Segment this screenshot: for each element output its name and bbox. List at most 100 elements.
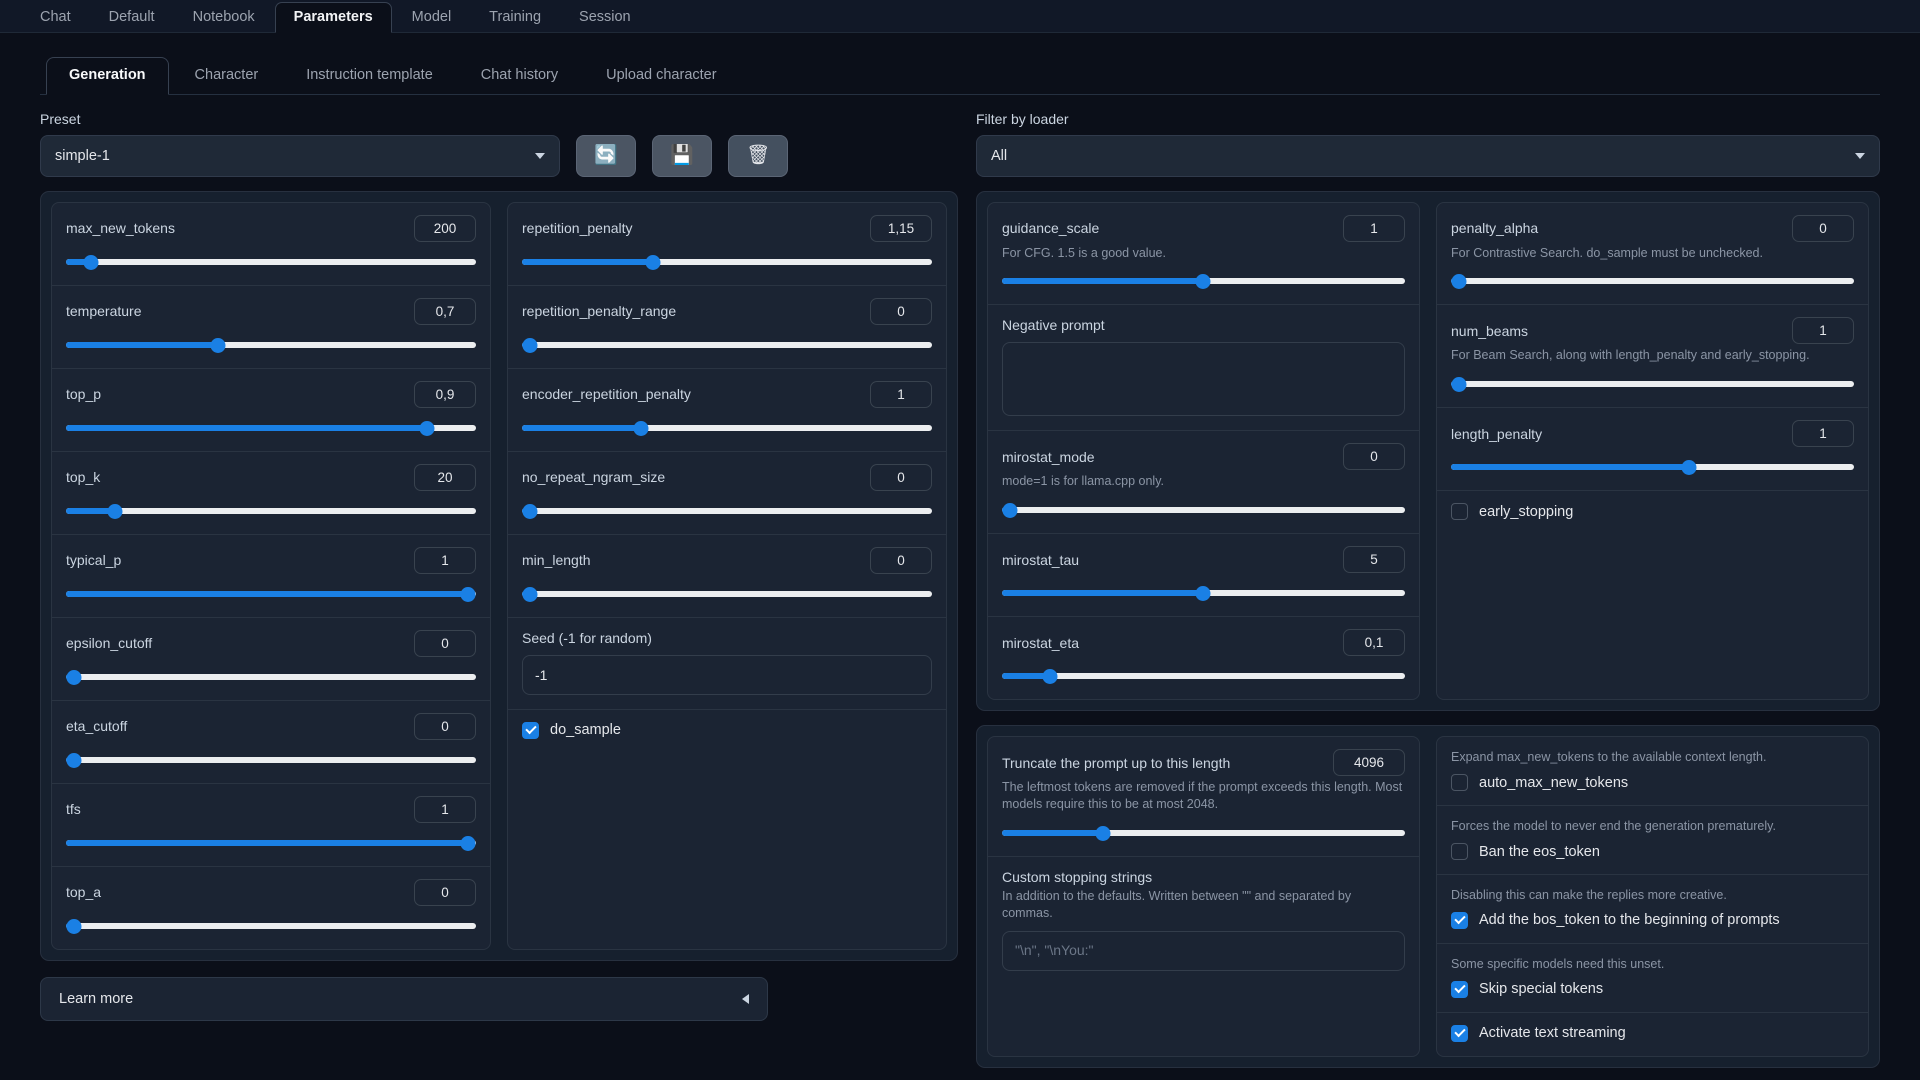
param-slider[interactable] — [1451, 458, 1855, 476]
param-slider[interactable] — [1001, 272, 1405, 290]
sub-tab-upload-character[interactable]: Upload character — [584, 58, 738, 94]
slider-thumb[interactable] — [522, 586, 538, 602]
param-slider[interactable] — [1001, 501, 1405, 519]
refresh-preset-button[interactable]: 🔄 — [576, 134, 636, 177]
param-slider[interactable] — [522, 336, 932, 354]
slider-thumb[interactable] — [1195, 586, 1211, 602]
param-value[interactable]: 0,9 — [414, 380, 476, 408]
slider-thumb[interactable] — [522, 337, 538, 353]
param-slider[interactable] — [66, 585, 476, 603]
toggle-checkbox[interactable] — [1451, 1024, 1468, 1042]
param-slider[interactable] — [1451, 375, 1855, 393]
main-tab-default[interactable]: Default — [91, 3, 173, 33]
param-value[interactable]: 1 — [414, 546, 476, 574]
sub-tab-instruction-template[interactable]: Instruction template — [284, 58, 455, 94]
slider-thumb[interactable] — [66, 752, 82, 768]
main-tab-training[interactable]: Training — [471, 3, 559, 33]
param-slider[interactable] — [522, 419, 932, 437]
param-value[interactable]: 1 — [1792, 317, 1855, 345]
param-slider[interactable] — [66, 502, 476, 520]
slider-track — [522, 590, 932, 597]
param-value[interactable]: 0,7 — [414, 297, 476, 325]
param-value[interactable]: 1 — [414, 795, 476, 823]
preset-select[interactable]: simple-1 — [40, 134, 560, 177]
param-slider[interactable] — [66, 336, 476, 354]
slider-thumb[interactable] — [1681, 460, 1697, 476]
param-value[interactable]: 1 — [1792, 420, 1855, 448]
param-value[interactable]: 0 — [1343, 443, 1405, 471]
slider-thumb[interactable] — [1095, 826, 1111, 841]
toggle-checkbox[interactable] — [1451, 980, 1468, 998]
param-value[interactable]: 1,15 — [870, 214, 932, 242]
param-slider[interactable] — [66, 917, 476, 935]
toggle-checkbox[interactable] — [1451, 843, 1468, 860]
param-label: mirostat_mode — [1001, 448, 1095, 465]
main-tab-chat[interactable]: Chat — [22, 3, 89, 33]
truncate-value[interactable]: 4096 — [1333, 749, 1405, 777]
param-slider[interactable] — [66, 419, 476, 437]
slider-thumb[interactable] — [419, 420, 435, 436]
early_stopping-checkbox[interactable] — [1451, 503, 1468, 521]
param-value[interactable]: 1 — [1343, 214, 1405, 242]
param-slider[interactable] — [1001, 584, 1405, 602]
param-value[interactable]: 5 — [1343, 546, 1405, 574]
preset-section: Preset simple-1 🔄 💾 � — [40, 111, 958, 177]
slider-thumb[interactable] — [1042, 669, 1058, 685]
param-slider[interactable] — [522, 502, 932, 520]
toggle-checkbox[interactable] — [1451, 774, 1468, 792]
delete-preset-button[interactable]: 🗑 — [728, 134, 788, 177]
slider-thumb[interactable] — [107, 503, 123, 519]
param-value[interactable]: 0 — [870, 546, 932, 574]
slider-thumb[interactable] — [66, 669, 82, 685]
loader-filter-select[interactable]: All — [975, 134, 1880, 177]
seed-input[interactable]: -1 — [522, 654, 932, 695]
param-slider[interactable] — [66, 253, 476, 271]
param-value[interactable]: 0 — [414, 878, 476, 906]
param-slider[interactable] — [522, 585, 932, 603]
param-slider[interactable] — [66, 751, 476, 769]
slider-group-a: max_new_tokens 200 temperature 0,7 top_p 0,9 t… — [51, 201, 491, 950]
main-tab-session[interactable]: Session — [561, 3, 649, 33]
sub-tab-character[interactable]: Character — [173, 58, 281, 94]
do_sample-checkbox[interactable] — [522, 721, 539, 739]
main-tab-model[interactable]: Model — [394, 3, 470, 33]
truncate-slider[interactable] — [1001, 824, 1405, 842]
param-hint: For Contrastive Search. do_sample must b… — [1451, 245, 1763, 260]
slider-thumb[interactable] — [645, 254, 661, 270]
save-preset-button[interactable]: 💾 — [652, 134, 712, 177]
slider-thumb[interactable] — [1002, 503, 1018, 519]
slider-thumb[interactable] — [633, 420, 649, 436]
negative-prompt-textarea[interactable] — [1001, 342, 1405, 417]
main-tab-parameters[interactable]: Parameters — [274, 1, 392, 33]
sub-tab-generation[interactable]: Generation — [46, 57, 169, 95]
param-slider[interactable] — [66, 668, 476, 686]
learn-more-accordion[interactable]: Learn more — [40, 976, 768, 1021]
slider-thumb[interactable] — [522, 503, 538, 519]
slider-thumb[interactable] — [1451, 274, 1467, 290]
param-slider[interactable] — [1001, 667, 1405, 685]
param-value[interactable]: 0 — [414, 712, 476, 740]
chevron-down-icon — [1855, 152, 1865, 159]
param-slider[interactable] — [1451, 272, 1855, 290]
param-value[interactable]: 0,1 — [1343, 629, 1405, 657]
param-value[interactable]: 0 — [1792, 214, 1855, 242]
sub-tab-chat-history[interactable]: Chat history — [459, 58, 580, 94]
param-value[interactable]: 0 — [870, 297, 932, 325]
slider-thumb[interactable] — [1451, 377, 1467, 393]
param-value[interactable]: 0 — [414, 629, 476, 657]
param-slider[interactable] — [522, 253, 932, 271]
slider-thumb[interactable] — [1195, 274, 1211, 290]
param-value[interactable]: 20 — [414, 463, 476, 491]
param-slider[interactable] — [66, 834, 476, 852]
main-tab-notebook[interactable]: Notebook — [175, 3, 273, 33]
slider-thumb[interactable] — [83, 254, 99, 270]
slider-thumb[interactable] — [210, 337, 226, 353]
slider-thumb[interactable] — [460, 835, 476, 851]
slider-thumb[interactable] — [66, 918, 82, 934]
param-value[interactable]: 0 — [870, 463, 932, 491]
param-value[interactable]: 200 — [414, 214, 476, 242]
toggle-checkbox[interactable] — [1451, 911, 1468, 929]
stopping-strings-textarea[interactable]: "\n", "\nYou:" — [1001, 930, 1405, 971]
param-value[interactable]: 1 — [870, 380, 932, 408]
slider-thumb[interactable] — [460, 586, 476, 602]
